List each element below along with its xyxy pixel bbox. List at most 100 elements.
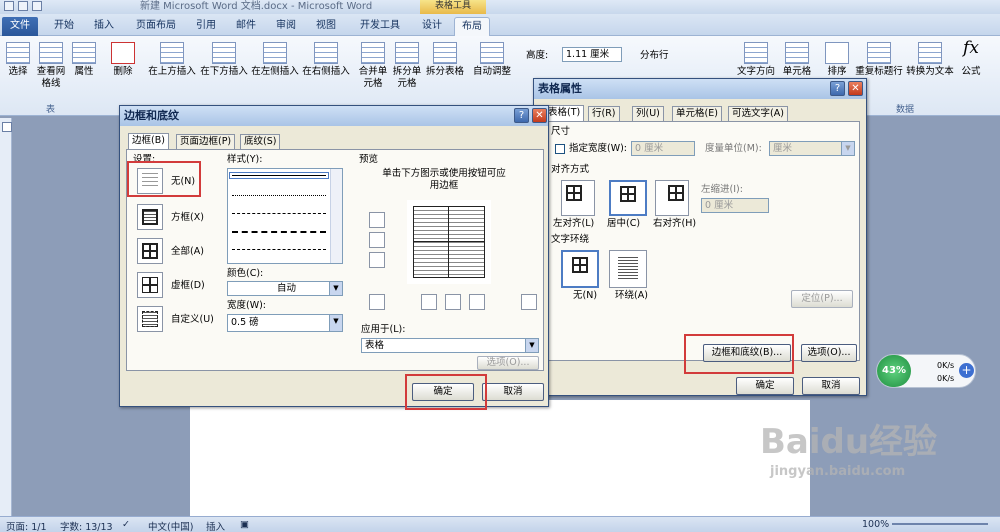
line-style-dash-dot[interactable] bbox=[232, 249, 326, 250]
split-cells-button[interactable]: 拆分单元格 bbox=[390, 42, 424, 90]
network-speed-widget[interactable]: 43% 0K/s 0K/s + bbox=[876, 354, 976, 388]
split-table-button[interactable]: 拆分表格 bbox=[424, 42, 466, 78]
status-words[interactable]: 字数: 13/13 bbox=[60, 519, 113, 532]
line-style-long-dash[interactable] bbox=[232, 231, 326, 233]
status-insert-mode[interactable]: 插入 bbox=[206, 519, 225, 532]
macro-icon[interactable]: ▣ bbox=[240, 519, 249, 530]
tab-home[interactable]: 开始 bbox=[46, 17, 82, 36]
wrap-none-option[interactable] bbox=[561, 250, 599, 288]
border-options-button[interactable]: 选项(O)... bbox=[477, 356, 539, 370]
help-icon[interactable]: ? bbox=[830, 81, 845, 96]
tab-mailings[interactable]: 邮件 bbox=[228, 17, 264, 36]
distribute-rows-button[interactable]: 分布行 bbox=[640, 50, 669, 62]
cell-margins-button[interactable]: 单元格 bbox=[780, 42, 814, 78]
tab-shading[interactable]: 底纹(S) bbox=[240, 134, 281, 149]
setting-custom-option[interactable] bbox=[137, 306, 163, 332]
formula-button[interactable]: fx 公式 bbox=[956, 40, 986, 78]
tab-table[interactable]: 表格(T) bbox=[544, 105, 585, 121]
table-tab-panel: 尺寸 指定宽度(W): 0 厘米 度量单位(M): 厘米 ▼ 对齐方式 左对齐(L… bbox=[544, 121, 860, 362]
wrap-around-option[interactable] bbox=[609, 250, 647, 288]
tab-page-border[interactable]: 页面边框(P) bbox=[176, 134, 236, 149]
border-cancel-button[interactable]: 取消 bbox=[482, 383, 544, 401]
table-ok-button[interactable]: 确定 bbox=[736, 377, 794, 395]
setting-all-label: 全部(A) bbox=[171, 246, 204, 257]
sort-button[interactable]: 排序 bbox=[822, 42, 852, 78]
apply-to-select[interactable]: 表格 ▼ bbox=[361, 338, 539, 353]
delete-button[interactable]: 删除 bbox=[108, 42, 138, 78]
help-icon[interactable]: ? bbox=[514, 108, 529, 123]
tab-cell[interactable]: 单元格(E) bbox=[672, 106, 722, 121]
ruler-toggle-icon[interactable] bbox=[2, 122, 12, 132]
table-cancel-button[interactable]: 取消 bbox=[802, 377, 860, 395]
measure-select[interactable]: 厘米 ▼ bbox=[769, 141, 855, 156]
tab-borders[interactable]: 边框(B) bbox=[128, 133, 169, 149]
border-inner-vertical-button[interactable] bbox=[445, 294, 461, 310]
border-right-button[interactable] bbox=[469, 294, 485, 310]
pref-width-checkbox[interactable] bbox=[555, 144, 565, 154]
position-button[interactable]: 定位(P)... bbox=[791, 290, 853, 308]
tab-layout[interactable]: 布局 bbox=[454, 17, 490, 36]
color-select[interactable]: 自动 ▼ bbox=[227, 281, 343, 296]
convert-to-text-button[interactable]: 转换为文本 bbox=[904, 42, 956, 78]
insert-left-button[interactable]: 在左侧插入 bbox=[250, 42, 300, 78]
close-icon[interactable]: ✕ bbox=[848, 81, 863, 96]
border-top-button[interactable] bbox=[369, 212, 385, 228]
document-page[interactable] bbox=[190, 400, 810, 518]
border-left-button[interactable] bbox=[421, 294, 437, 310]
align-right-option[interactable] bbox=[655, 180, 689, 216]
close-icon[interactable]: ✕ bbox=[532, 108, 547, 123]
insert-above-button[interactable]: 在上方插入 bbox=[146, 42, 198, 78]
setting-grid-option[interactable] bbox=[137, 272, 163, 298]
tab-insert[interactable]: 插入 bbox=[86, 17, 122, 36]
height-input[interactable]: 1.11 厘米 bbox=[562, 47, 622, 62]
text-direction-button[interactable]: 文字方向 bbox=[736, 42, 776, 78]
tab-view[interactable]: 视图 bbox=[308, 17, 344, 36]
diagonal-up-button[interactable] bbox=[369, 294, 385, 310]
undo-icon[interactable] bbox=[32, 1, 42, 11]
zoom-level[interactable]: 100% bbox=[862, 519, 889, 530]
tab-design[interactable]: 设计 bbox=[414, 17, 450, 36]
status-page[interactable]: 页面: 1/1 bbox=[6, 519, 47, 532]
zoom-slider[interactable] bbox=[892, 523, 988, 525]
tab-row[interactable]: 行(R) bbox=[588, 106, 620, 121]
tab-review[interactable]: 审阅 bbox=[268, 17, 304, 36]
border-inner-horizontal-button[interactable] bbox=[369, 232, 385, 248]
line-style-list[interactable] bbox=[227, 168, 343, 264]
word-app-icon[interactable] bbox=[4, 1, 14, 11]
diagonal-down-button[interactable] bbox=[521, 294, 537, 310]
tab-references[interactable]: 引用 bbox=[188, 17, 224, 36]
preview-area[interactable] bbox=[407, 200, 491, 284]
tab-alt-text[interactable]: 可选文字(A) bbox=[728, 106, 788, 121]
select-button[interactable]: 选择 bbox=[4, 42, 32, 78]
save-icon[interactable] bbox=[18, 1, 28, 11]
tab-page-layout[interactable]: 页面布局 bbox=[126, 17, 186, 36]
table-options-button[interactable]: 选项(O)... bbox=[801, 344, 857, 362]
insert-right-button[interactable]: 在右侧插入 bbox=[300, 42, 352, 78]
setting-box-option[interactable] bbox=[137, 204, 163, 230]
plus-icon[interactable]: + bbox=[959, 363, 974, 378]
pref-width-input[interactable]: 0 厘米 bbox=[631, 141, 695, 156]
border-bottom-button[interactable] bbox=[369, 252, 385, 268]
wrap-none-icon bbox=[572, 257, 588, 273]
insert-below-button[interactable]: 在下方插入 bbox=[198, 42, 250, 78]
tab-developer[interactable]: 开发工具 bbox=[350, 17, 410, 36]
line-style-solid[interactable] bbox=[229, 172, 329, 179]
autofit-button[interactable]: 自动调整 bbox=[470, 42, 514, 78]
line-style-dashed[interactable] bbox=[232, 213, 326, 214]
proofing-icon[interactable]: ✓ bbox=[122, 519, 130, 530]
merge-cells-button[interactable]: 合并单元格 bbox=[356, 42, 390, 90]
align-center-option[interactable] bbox=[609, 180, 647, 216]
merge-cells-icon bbox=[361, 42, 385, 64]
view-gridlines-button[interactable]: 查看网格线 bbox=[34, 42, 68, 90]
repeat-header-button[interactable]: 重复标题行 bbox=[852, 42, 906, 78]
style-list-scrollbar[interactable] bbox=[330, 169, 342, 263]
width-select[interactable]: 0.5 磅 ▼ bbox=[227, 314, 343, 332]
tab-file[interactable]: 文件 bbox=[2, 17, 38, 36]
line-style-dotted[interactable] bbox=[232, 195, 326, 196]
setting-all-option[interactable] bbox=[137, 238, 163, 264]
status-language[interactable]: 中文(中国) bbox=[148, 519, 193, 532]
properties-button[interactable]: 属性 bbox=[70, 42, 98, 78]
tab-column[interactable]: 列(U) bbox=[632, 106, 664, 121]
align-left-option[interactable] bbox=[561, 180, 595, 216]
indent-input[interactable]: 0 厘米 bbox=[701, 198, 769, 213]
